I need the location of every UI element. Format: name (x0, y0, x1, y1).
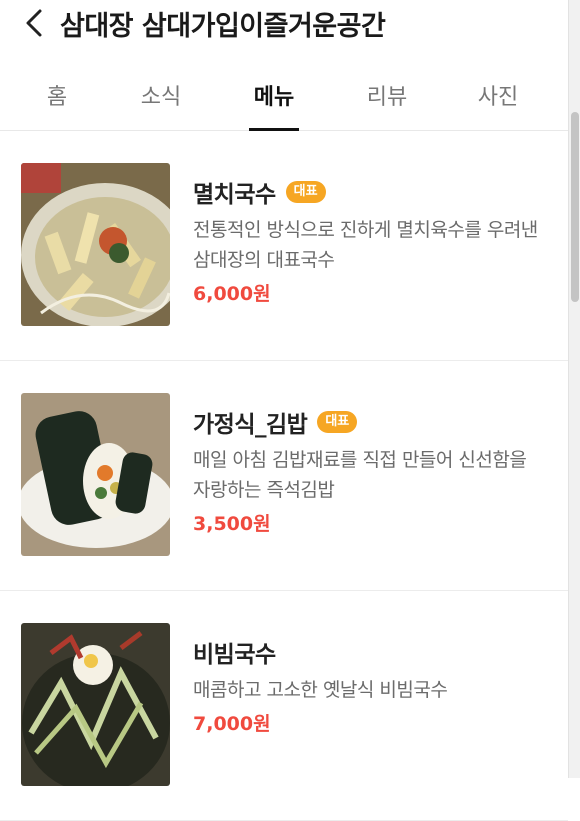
menu-item[interactable]: 가정식_김밥 대표 매일 아침 김밥재료를 직접 만들어 신선함을 자랑하는 즉… (0, 361, 568, 591)
menu-item-price: 7,000원 (193, 713, 271, 735)
signature-badge: 대표 (317, 411, 358, 433)
tab-photos[interactable]: 사진 (453, 60, 543, 130)
tab-label: 소식 (140, 85, 182, 110)
tab-menu[interactable]: 메뉴 (229, 60, 319, 131)
menu-item-description: 매일 아침 김밥재료를 직접 만들어 신선함을 자랑하는 즉석김밥 (193, 449, 527, 501)
scrollbar-thumb[interactable] (571, 112, 579, 302)
menu-item-price: 6,000원 (193, 283, 271, 305)
menu-item[interactable]: 멸치국수 대표 전통적인 방식으로 진하게 멸치육수를 우려낸 삼대장의 대표국… (0, 131, 568, 361)
tab-label: 사진 (477, 85, 519, 110)
menu-list: 멸치국수 대표 전통적인 방식으로 진하게 멸치육수를 우려낸 삼대장의 대표국… (0, 131, 568, 821)
menu-item-name: 가정식_김밥 (193, 412, 308, 438)
chevron-left-icon (26, 9, 42, 37)
tab-label: 홈 (46, 85, 68, 110)
scrollbar[interactable] (568, 0, 580, 778)
menu-item-description: 전통적인 방식으로 진하게 멸치육수를 우려낸 삼대장의 대표국수 (193, 219, 538, 271)
signature-badge: 대표 (285, 181, 326, 203)
menu-item[interactable]: 비빔국수 매콤하고 고소한 옛날식 비빔국수 7,000원 (0, 591, 568, 821)
menu-item-price: 3,500원 (193, 513, 271, 535)
bibim-noodle-photo (21, 623, 170, 786)
gimbap-photo (21, 393, 170, 556)
back-button[interactable] (14, 0, 54, 46)
tab-reviews[interactable]: 리뷰 (342, 60, 432, 130)
app-header: 삼대장 삼대가입이즐거운공간 (0, 0, 568, 46)
page-title: 삼대장 삼대가입이즐거운공간 (60, 10, 386, 42)
anchovy-noodle-photo (21, 163, 170, 326)
tab-home[interactable]: 홈 (12, 60, 102, 130)
tab-bar: 홈 소식 메뉴 리뷰 사진 (0, 60, 568, 131)
tab-label: 리뷰 (366, 85, 408, 110)
tab-news[interactable]: 소식 (116, 60, 206, 130)
tab-label: 메뉴 (253, 85, 295, 110)
menu-item-name: 비빔국수 (193, 642, 276, 668)
menu-item-description: 매콤하고 고소한 옛날식 비빔국수 (193, 679, 448, 701)
menu-item-name: 멸치국수 (193, 182, 276, 208)
